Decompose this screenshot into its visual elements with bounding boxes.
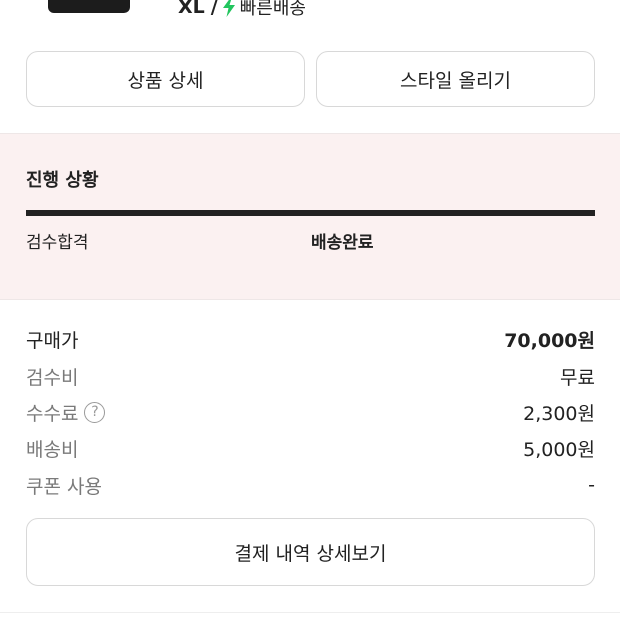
progress-section: 진행 상황 검수합격 배송완료 — [0, 133, 620, 300]
option-separator: / — [210, 0, 218, 18]
product-option: XL / 빠른배송 — [178, 0, 306, 20]
lightning-bolt-icon — [222, 0, 235, 17]
price-value: 5,000원 — [523, 438, 595, 461]
price-label: 쿠폰 사용 — [26, 475, 102, 498]
product-size: XL — [178, 0, 205, 18]
payment-detail-button[interactable]: 결제 내역 상세보기 — [26, 518, 595, 586]
price-label: 구매가 — [26, 329, 79, 352]
price-label: 검수비 — [26, 366, 79, 389]
price-label: 배송비 — [26, 438, 79, 461]
help-icon[interactable]: ? — [84, 401, 106, 423]
price-value: 2,300원 — [523, 402, 595, 425]
price-row-shipping-fee: 배송비 5,000원 — [26, 435, 595, 461]
progress-step-inspection: 검수합격 — [26, 233, 89, 253]
price-row-purchase: 구매가 70,000원 — [26, 326, 595, 352]
price-value: - — [588, 474, 595, 496]
progress-step-delivered: 배송완료 — [311, 233, 374, 253]
product-thumbnail[interactable] — [48, 0, 130, 13]
upload-style-button[interactable]: 스타일 올리기 — [316, 51, 595, 107]
product-detail-button[interactable]: 상품 상세 — [26, 51, 305, 107]
section-divider — [0, 612, 620, 613]
price-label-with-help: 수수료 ? — [26, 399, 106, 426]
fast-shipping-label: 빠른배송 — [239, 0, 306, 19]
price-row-coupon: 쿠폰 사용 - — [26, 472, 595, 498]
price-value: 무료 — [560, 366, 595, 389]
product-summary: XL / 빠른배송 — [0, 0, 620, 30]
progress-bar — [26, 210, 595, 216]
progress-title: 진행 상황 — [26, 170, 99, 191]
price-label: 수수료 — [26, 402, 79, 425]
price-value: 70,000원 — [504, 329, 595, 352]
price-row-commission: 수수료 ? 2,300원 — [26, 399, 595, 425]
price-row-inspection-fee: 검수비 무료 — [26, 363, 595, 389]
